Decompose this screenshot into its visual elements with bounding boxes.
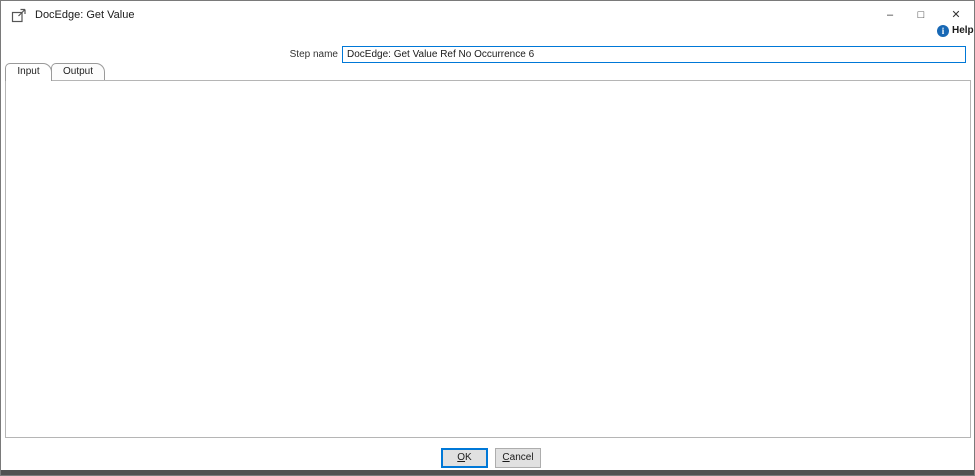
step-name-label: Step name	[201, 49, 338, 61]
help-link[interactable]: Help	[952, 25, 974, 36]
ok-button[interactable]: OK	[441, 448, 488, 468]
help-info-icon: i	[937, 25, 949, 37]
window-icon	[11, 8, 28, 28]
title-bar: DocEdge: Get Value – □ ✕	[1, 1, 974, 29]
close-button[interactable]: ✕	[945, 6, 967, 24]
cancel-button[interactable]: Cancel	[495, 448, 541, 468]
tab-output[interactable]: Output	[51, 63, 105, 80]
window-title: DocEdge: Get Value	[35, 9, 134, 21]
dialog-window: DocEdge: Get Value – □ ✕ i Help Step nam…	[0, 0, 975, 476]
window-bottom-edge	[1, 470, 975, 476]
minimize-button[interactable]: –	[879, 6, 901, 24]
maximize-button[interactable]: □	[910, 6, 932, 24]
tab-input[interactable]: Input	[5, 63, 52, 81]
step-name-input[interactable]	[342, 46, 966, 63]
tab-content	[5, 80, 971, 438]
